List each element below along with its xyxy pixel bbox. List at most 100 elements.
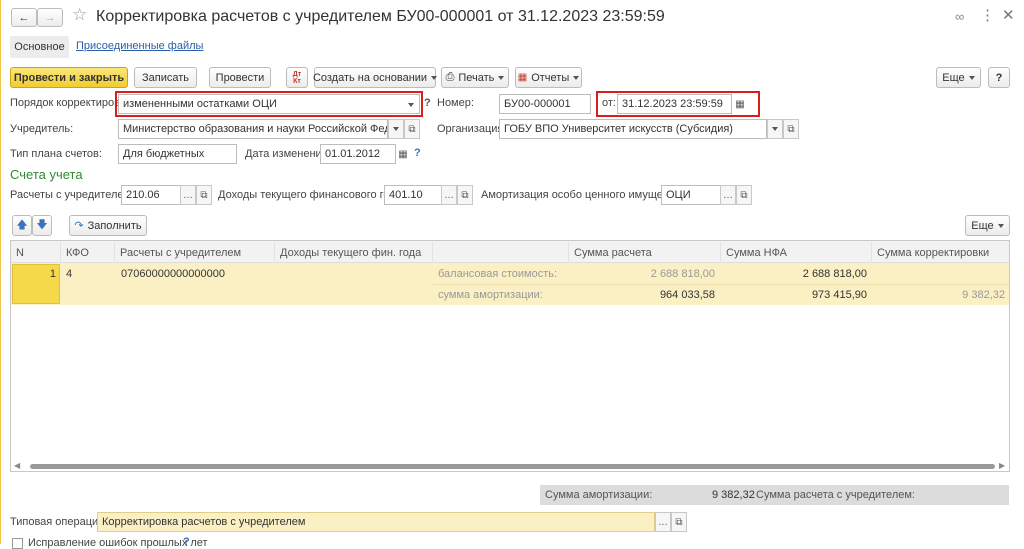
plan-label: Тип плана счетов: <box>10 148 102 160</box>
income-label: Доходы текущего финансового года: <box>218 189 405 201</box>
row-line2-label: сумма амортизации: <box>438 289 543 301</box>
org-dropdown[interactable] <box>767 119 783 139</box>
post-button[interactable]: Провести <box>209 67 271 88</box>
change-date-help-icon[interactable]: ? <box>414 147 421 159</box>
scroll-right-icon[interactable]: ▶ <box>999 461 1005 470</box>
calc-select-button[interactable]: … <box>180 185 196 205</box>
forward-button[interactable]: → <box>37 8 63 27</box>
move-up-button[interactable]: 🡅 <box>12 215 32 236</box>
row-kfo: 4 <box>66 268 73 280</box>
row-line1-sum: 2 688 818,00 <box>650 268 715 280</box>
window-title: Корректировка расчетов с учредителем БУ0… <box>96 8 665 25</box>
col-kfo[interactable]: КФО <box>61 242 115 263</box>
fix-errors-label: Исправление ошибок прошлых лет <box>28 537 208 549</box>
reports-button[interactable]: ▦ Отчеты <box>515 67 582 88</box>
back-button[interactable]: ← <box>11 8 37 27</box>
income-field[interactable]: 401.10 <box>384 185 442 205</box>
founder-field[interactable]: Министерство образования и науки Российс… <box>118 119 388 139</box>
amort-total-value: 9 382,32 <box>712 489 755 501</box>
chevron-down-icon <box>772 127 778 131</box>
create-based-on-button[interactable]: Создать на основании <box>313 67 438 88</box>
col-corr[interactable]: Сумма корректировки <box>872 242 1009 263</box>
horizontal-scrollbar[interactable] <box>30 464 995 469</box>
amort-open-icon[interactable]: ⧉ <box>736 185 752 205</box>
org-open-icon[interactable]: ⧉ <box>783 119 799 139</box>
row-line2-corr: 9 382,32 <box>962 289 1005 301</box>
arrow-down-icon: 🡇 <box>36 219 48 231</box>
row-line1-label: балансовая стоимость: <box>438 268 558 280</box>
row-line1-nfa: 2 688 818,00 <box>802 268 867 280</box>
number-label: Номер: <box>437 97 474 109</box>
section-title: Счета учета <box>10 167 83 182</box>
row-calc: 07060000000000000 <box>121 268 226 280</box>
save-button[interactable]: Записать <box>134 67 197 88</box>
table-more-button[interactable]: Еще <box>965 215 1010 236</box>
operation-open-icon[interactable]: ⧉ <box>671 512 687 532</box>
star-icon[interactable]: ☆ <box>72 5 87 25</box>
col-calc[interactable]: Расчеты с учредителем <box>115 242 275 263</box>
arrow-left-icon: ← <box>18 11 30 24</box>
printer-icon: ⎙ <box>445 71 455 83</box>
left-edge <box>0 0 1 544</box>
amort-total-label: Сумма амортизации: <box>545 489 653 501</box>
calc-open-icon[interactable]: ⧉ <box>196 185 212 205</box>
col-label[interactable] <box>433 242 569 263</box>
order-help-icon[interactable]: ? <box>424 97 431 109</box>
fill-button[interactable]: ↷ Заполнить <box>69 215 147 236</box>
tab-attached-files[interactable]: Присоединенные файлы <box>76 40 203 52</box>
plan-field[interactable]: Для бюджетных <box>118 144 237 164</box>
org-label: Организация: <box>437 123 507 135</box>
amort-field[interactable]: ОЦИ <box>661 185 721 205</box>
more-button[interactable]: Еще <box>936 67 981 88</box>
close-icon[interactable]: ✕ <box>1002 6 1015 24</box>
calendar-icon[interactable]: ▦ <box>395 144 411 164</box>
print-button[interactable]: ⎙ Печать <box>441 67 509 88</box>
number-field[interactable]: БУ00-000001 <box>499 94 591 114</box>
founder-open-icon[interactable]: ⧉ <box>404 119 420 139</box>
chevron-down-icon <box>393 127 399 131</box>
change-date-label: Дата изменения: <box>245 148 331 160</box>
dt-kt-button[interactable]: Дт Кт <box>286 67 308 88</box>
post-and-close-button[interactable]: Провести и закрыть <box>10 67 128 88</box>
operation-select-button[interactable]: … <box>655 512 671 532</box>
arrow-right-icon: → <box>44 11 56 24</box>
fix-errors-help-icon[interactable]: ? <box>183 536 190 548</box>
operation-label: Типовая операция: <box>10 516 108 528</box>
calc-label: Расчеты с учредителем: <box>10 189 135 201</box>
link-icon[interactable]: ∞ <box>955 9 964 24</box>
founder-label: Учредитель: <box>10 123 74 135</box>
row-line2-sum: 964 033,58 <box>659 289 715 301</box>
report-icon: ▦ <box>517 72 528 83</box>
dt-kt-icon: Дт Кт <box>292 70 302 85</box>
col-income[interactable]: Доходы текущего фин. года <box>275 242 433 263</box>
title-bar: ← → ☆ Корректировка расчетов с учредител… <box>0 0 1024 34</box>
scroll-left-icon[interactable]: ◀ <box>14 461 20 470</box>
chevron-down-icon <box>997 223 1004 228</box>
founder-dropdown[interactable] <box>388 119 404 139</box>
fill-icon: ↷ <box>74 220 84 232</box>
calc-field[interactable]: 210.06 <box>121 185 181 205</box>
row-line2-nfa: 973 415,90 <box>811 289 867 301</box>
order-highlight <box>115 91 423 117</box>
tab-main[interactable]: Основное <box>10 36 69 58</box>
income-select-button[interactable]: … <box>441 185 457 205</box>
change-date-field[interactable]: 01.01.2012 <box>320 144 396 164</box>
row-n: 1 <box>49 268 56 280</box>
chevron-down-icon <box>968 75 975 80</box>
move-down-button[interactable]: 🡇 <box>32 215 52 236</box>
arrow-up-icon: 🡅 <box>16 219 28 231</box>
income-open-icon[interactable]: ⧉ <box>457 185 473 205</box>
help-button[interactable]: ? <box>988 67 1010 88</box>
col-sum[interactable]: Сумма расчета <box>569 242 721 263</box>
amort-select-button[interactable]: … <box>720 185 736 205</box>
calc-total-label: Сумма расчета с учредителем: <box>756 489 915 501</box>
date-highlight <box>596 91 760 117</box>
org-field[interactable]: ГОБУ ВПО Университет искусств (Субсидия) <box>499 119 767 139</box>
col-nfa[interactable]: Сумма НФА <box>721 242 872 263</box>
chevron-down-icon <box>431 75 438 80</box>
menu-icon[interactable]: ⋮ <box>980 6 995 24</box>
amort-label: Амортизация особо ценного имущества: <box>481 189 689 201</box>
col-n[interactable]: N <box>11 242 61 263</box>
chevron-down-icon <box>498 75 505 80</box>
operation-field[interactable]: Корректировка расчетов с учредителем <box>97 512 655 532</box>
